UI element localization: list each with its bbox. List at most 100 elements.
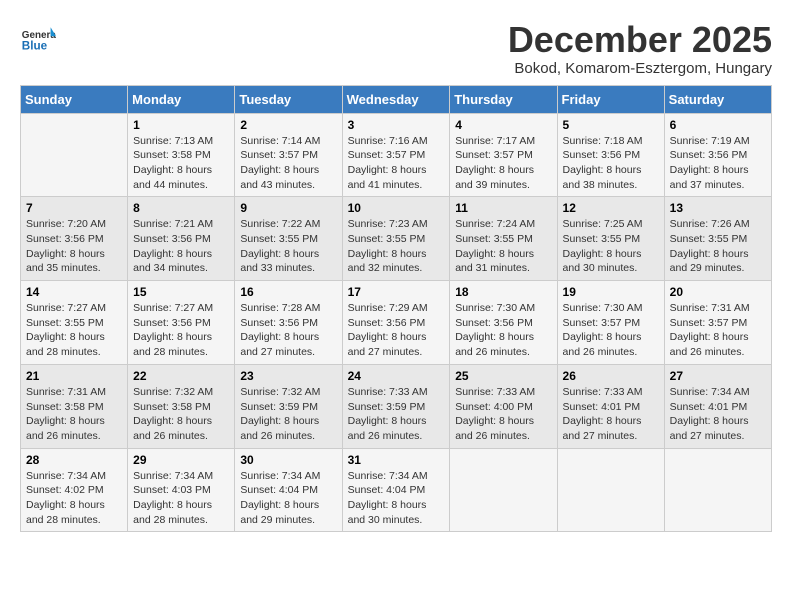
day-info: Sunrise: 7:20 AM Sunset: 3:56 PM Dayligh… — [26, 217, 122, 276]
calendar-cell: 29 Sunrise: 7:34 AM Sunset: 4:03 PM Dayli… — [128, 448, 235, 532]
calendar-cell — [664, 448, 771, 532]
calendar-cell: 8 Sunrise: 7:21 AM Sunset: 3:56 PM Daylig… — [128, 197, 235, 281]
day-number: 9 — [240, 201, 336, 215]
calendar-week-row: 21Sunrise: 7:31 AM Sunset: 3:58 PM Dayli… — [21, 364, 772, 448]
day-info: Sunrise: 7:26 AM Sunset: 3:55 PM Dayligh… — [670, 217, 766, 276]
day-info: Sunrise: 7:32 AM Sunset: 3:59 PM Dayligh… — [240, 385, 336, 444]
calendar-cell: 5Sunrise: 7:18 AM Sunset: 3:56 PM Daylig… — [557, 113, 664, 197]
location: Bokod, Komarom-Esztergom, Hungary — [508, 60, 772, 77]
day-info: Sunrise: 7:31 AM Sunset: 3:57 PM Dayligh… — [670, 301, 766, 360]
calendar-cell: 31 Sunrise: 7:34 AM Sunset: 4:04 PM Dayli… — [342, 448, 450, 532]
header: General Blue December 2025 Bokod, Komaro… — [20, 20, 772, 77]
calendar-cell — [21, 113, 128, 197]
logo: General Blue — [20, 20, 58, 56]
day-number: 3 — [348, 118, 445, 132]
calendar-cell: 30Sunrise: 7:34 AM Sunset: 4:04 PM Dayli… — [235, 448, 342, 532]
calendar-cell: 3Sunrise: 7:16 AM Sunset: 3:57 PM Daylig… — [342, 113, 450, 197]
day-info: Sunrise: 7:32 AM Sunset: 3:58 PM Dayligh… — [133, 385, 229, 444]
calendar: SundayMondayTuesdayWednesdayThursdayFrid… — [20, 85, 772, 533]
calendar-cell: 7Sunrise: 7:20 AM Sunset: 3:56 PM Daylig… — [21, 197, 128, 281]
day-number: 28 — [26, 453, 122, 467]
day-number: 13 — [670, 201, 766, 215]
calendar-cell: 12Sunrise: 7:25 AM Sunset: 3:55 PM Dayli… — [557, 197, 664, 281]
calendar-week-row: 1Sunrise: 7:13 AM Sunset: 3:58 PM Daylig… — [21, 113, 772, 197]
day-number: 4 — [455, 118, 551, 132]
day-info: Sunrise: 7:27 AM Sunset: 3:56 PM Dayligh… — [133, 301, 229, 360]
day-number: 27 — [670, 369, 766, 383]
day-info: Sunrise: 7:33 AM Sunset: 3:59 PM Dayligh… — [348, 385, 445, 444]
day-info: Sunrise: 7:27 AM Sunset: 3:55 PM Dayligh… — [26, 301, 122, 360]
day-number: 15 — [133, 285, 229, 299]
day-info: Sunrise: 7:14 AM Sunset: 3:57 PM Dayligh… — [240, 134, 336, 193]
calendar-cell: 18Sunrise: 7:30 AM Sunset: 3:56 PM Dayli… — [450, 281, 557, 365]
day-info: Sunrise: 7:34 AM Sunset: 4:01 PM Dayligh… — [670, 385, 766, 444]
weekday-header-friday: Friday — [557, 85, 664, 113]
calendar-cell: 11Sunrise: 7:24 AM Sunset: 3:55 PM Dayli… — [450, 197, 557, 281]
day-info: Sunrise: 7:34 AM Sunset: 4:03 PM Dayligh… — [133, 469, 229, 528]
day-info: Sunrise: 7:34 AM Sunset: 4:02 PM Dayligh… — [26, 469, 122, 528]
day-info: Sunrise: 7:34 AM Sunset: 4:04 PM Dayligh… — [348, 469, 445, 528]
calendar-cell: 21Sunrise: 7:31 AM Sunset: 3:58 PM Dayli… — [21, 364, 128, 448]
day-info: Sunrise: 7:13 AM Sunset: 3:58 PM Dayligh… — [133, 134, 229, 193]
weekday-header-tuesday: Tuesday — [235, 85, 342, 113]
day-number: 22 — [133, 369, 229, 383]
day-number: 21 — [26, 369, 122, 383]
calendar-cell: 6 Sunrise: 7:19 AM Sunset: 3:56 PM Daylig… — [664, 113, 771, 197]
day-number: 6 — [670, 118, 766, 132]
day-info: Sunrise: 7:25 AM Sunset: 3:55 PM Dayligh… — [563, 217, 659, 276]
calendar-cell: 9 Sunrise: 7:22 AM Sunset: 3:55 PM Daylig… — [235, 197, 342, 281]
calendar-cell — [557, 448, 664, 532]
day-number: 10 — [348, 201, 445, 215]
calendar-cell: 23Sunrise: 7:32 AM Sunset: 3:59 PM Dayli… — [235, 364, 342, 448]
calendar-cell: 20 Sunrise: 7:31 AM Sunset: 3:57 PM Dayli… — [664, 281, 771, 365]
calendar-cell: 28 Sunrise: 7:34 AM Sunset: 4:02 PM Dayli… — [21, 448, 128, 532]
day-number: 8 — [133, 201, 229, 215]
calendar-cell: 26 Sunrise: 7:33 AM Sunset: 4:01 PM Dayli… — [557, 364, 664, 448]
day-info: Sunrise: 7:21 AM Sunset: 3:56 PM Dayligh… — [133, 217, 229, 276]
day-number: 31 — [348, 453, 445, 467]
calendar-cell: 2 Sunrise: 7:14 AM Sunset: 3:57 PM Daylig… — [235, 113, 342, 197]
day-info: Sunrise: 7:19 AM Sunset: 3:56 PM Dayligh… — [670, 134, 766, 193]
day-number: 14 — [26, 285, 122, 299]
day-number: 5 — [563, 118, 659, 132]
calendar-week-row: 14 Sunrise: 7:27 AM Sunset: 3:55 PM Dayli… — [21, 281, 772, 365]
calendar-cell: 22 Sunrise: 7:32 AM Sunset: 3:58 PM Dayli… — [128, 364, 235, 448]
calendar-cell: 19 Sunrise: 7:30 AM Sunset: 3:57 PM Dayli… — [557, 281, 664, 365]
day-info: Sunrise: 7:22 AM Sunset: 3:55 PM Dayligh… — [240, 217, 336, 276]
calendar-cell: 4 Sunrise: 7:17 AM Sunset: 3:57 PM Daylig… — [450, 113, 557, 197]
day-info: Sunrise: 7:33 AM Sunset: 4:01 PM Dayligh… — [563, 385, 659, 444]
svg-text:Blue: Blue — [22, 40, 48, 53]
weekday-header-saturday: Saturday — [664, 85, 771, 113]
day-info: Sunrise: 7:24 AM Sunset: 3:55 PM Dayligh… — [455, 217, 551, 276]
day-info: Sunrise: 7:30 AM Sunset: 3:57 PM Dayligh… — [563, 301, 659, 360]
day-number: 26 — [563, 369, 659, 383]
calendar-cell: 25Sunrise: 7:33 AM Sunset: 4:00 PM Dayli… — [450, 364, 557, 448]
calendar-cell: 1Sunrise: 7:13 AM Sunset: 3:58 PM Daylig… — [128, 113, 235, 197]
day-number: 2 — [240, 118, 336, 132]
day-number: 19 — [563, 285, 659, 299]
day-number: 24 — [348, 369, 445, 383]
calendar-cell: 14 Sunrise: 7:27 AM Sunset: 3:55 PM Dayli… — [21, 281, 128, 365]
day-number: 17 — [348, 285, 445, 299]
calendar-cell: 10 Sunrise: 7:23 AM Sunset: 3:55 PM Dayli… — [342, 197, 450, 281]
title-area: December 2025 Bokod, Komarom-Esztergom, … — [508, 20, 772, 77]
day-info: Sunrise: 7:17 AM Sunset: 3:57 PM Dayligh… — [455, 134, 551, 193]
calendar-cell — [450, 448, 557, 532]
day-number: 20 — [670, 285, 766, 299]
day-info: Sunrise: 7:28 AM Sunset: 3:56 PM Dayligh… — [240, 301, 336, 360]
day-number: 16 — [240, 285, 336, 299]
month-title: December 2025 — [508, 20, 772, 60]
weekday-header-wednesday: Wednesday — [342, 85, 450, 113]
day-info: Sunrise: 7:23 AM Sunset: 3:55 PM Dayligh… — [348, 217, 445, 276]
day-number: 30 — [240, 453, 336, 467]
day-info: Sunrise: 7:33 AM Sunset: 4:00 PM Dayligh… — [455, 385, 551, 444]
calendar-cell: 15 Sunrise: 7:27 AM Sunset: 3:56 PM Dayli… — [128, 281, 235, 365]
calendar-cell: 27 Sunrise: 7:34 AM Sunset: 4:01 PM Dayli… — [664, 364, 771, 448]
calendar-cell: 16 Sunrise: 7:28 AM Sunset: 3:56 PM Dayli… — [235, 281, 342, 365]
weekday-header-thursday: Thursday — [450, 85, 557, 113]
day-number: 29 — [133, 453, 229, 467]
weekday-header-monday: Monday — [128, 85, 235, 113]
day-number: 18 — [455, 285, 551, 299]
calendar-cell: 17 Sunrise: 7:29 AM Sunset: 3:56 PM Dayli… — [342, 281, 450, 365]
day-info: Sunrise: 7:29 AM Sunset: 3:56 PM Dayligh… — [348, 301, 445, 360]
